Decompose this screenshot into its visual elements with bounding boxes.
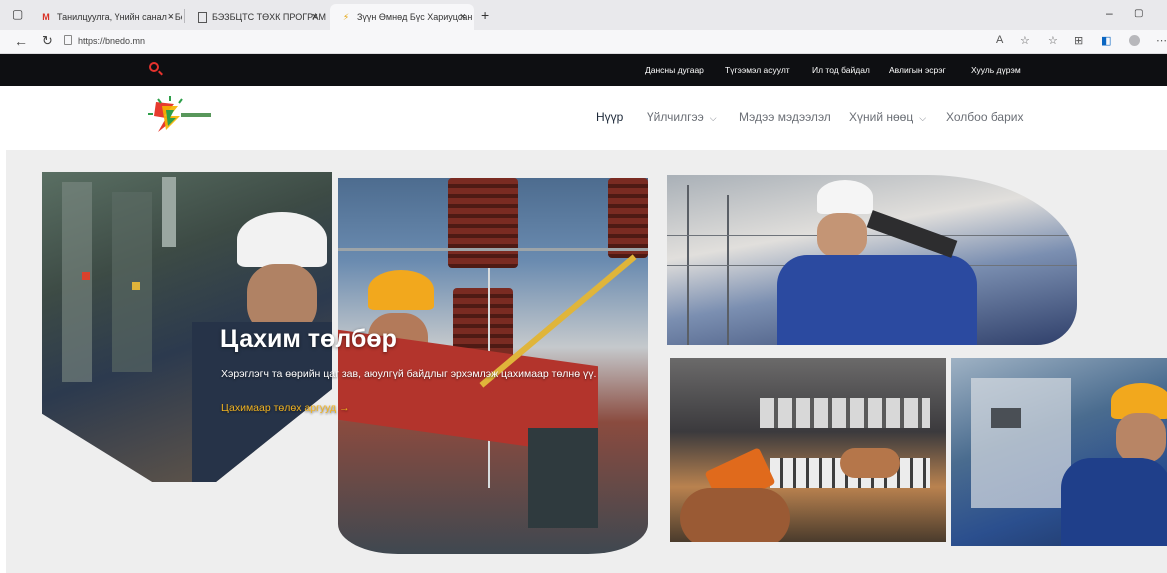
more-icon[interactable]: ⋯ [1156,34,1167,47]
url-field[interactable]: https://bnedo.mn [78,36,145,46]
chevron-down-icon: ⌵ [919,113,927,123]
gmail-icon: M [42,12,50,22]
menu-label: Үйлчилгээ [647,110,704,124]
toplink-anti-corruption[interactable]: Авлигын эсрэг [889,65,946,75]
menu-home[interactable]: Нүүр [596,110,623,124]
minimize-button[interactable]: – [1106,6,1113,20]
profile-icon[interactable] [1129,35,1140,46]
browser-tab-2[interactable]: БЭЗБЦТС ТӨХК ПРОГРАМ × [188,4,326,30]
chevron-down-icon: ⌵ [709,113,717,123]
hero-photo-power-lines [667,175,1077,345]
menu-hr[interactable]: Хүний нөөц ⌵ [849,110,926,124]
site-favicon: ⚡ [342,11,350,22]
hero-title: Цахим төлбөр [220,325,397,353]
toplink-legal[interactable]: Хууль дүрэм [971,65,1021,75]
tab-label: Танилцуулга, Үнийн санал - Бо [57,12,182,22]
logo-icon [148,96,211,132]
address-bar: ← ↻ https://bnedo.mn A ☆ ☆ ⊞ ◧ ⋯ [0,30,1167,54]
close-tab-icon[interactable]: × [460,11,466,23]
close-tab-icon[interactable]: × [168,11,174,23]
browser-tab-3[interactable]: ⚡ Зүүн Өмнөд Бүс Хариуцсан Ца × [330,4,474,30]
new-tab-button[interactable]: + [481,7,489,23]
favorite-icon[interactable]: ☆ [1020,34,1030,47]
menu-services[interactable]: Үйлчилгээ ⌵ [647,110,717,124]
menu-contact[interactable]: Холбоо барих [946,110,1023,124]
toplink-faq[interactable]: Түгээмэл асуулт [725,65,790,75]
outlook-icon[interactable]: ◧ [1101,34,1111,47]
toplink-account-number[interactable]: Дансны дугаар [645,65,704,75]
toplink-transparency[interactable]: Ил тод байдал [812,65,870,75]
menu-label: Хүний нөөц [849,110,914,124]
hero-photo-technician [951,358,1167,546]
browser-tabbar: ▢ M Танилцуулга, Үнийн санал - Бо × БЭЗБ… [0,0,1167,30]
search-icon[interactable] [149,62,159,72]
hero-photo-multimeter [670,358,946,542]
favorites-list-icon[interactable]: ☆ [1048,34,1058,47]
document-icon [198,11,207,23]
back-icon[interactable]: ← [14,33,28,49]
tab-label: БЭЗБЦТС ТӨХК ПРОГРАМ [212,12,326,22]
tab-label: Зүүн Өмнөд Бүс Хариуцсан Ца [357,12,474,22]
close-tab-icon[interactable]: × [312,11,318,23]
menu-news[interactable]: Мэдээ мэдээлэл [739,110,831,124]
collections-icon[interactable]: ⊞ [1074,34,1083,47]
tab-separator [184,9,185,23]
hero-subtitle: Хэрэглэгч та өөрийн цаг зав, аюулгүй бай… [221,368,597,380]
tab-actions-icon[interactable]: ▢ [12,7,23,21]
refresh-icon[interactable]: ↻ [42,33,53,49]
site-logo[interactable] [148,96,214,136]
hero-photo-substation [338,178,648,554]
hero-payment-methods-link[interactable]: Цахимаар төлөх аргууд → [221,402,350,414]
page-info-icon[interactable] [64,35,72,45]
read-aloud-icon[interactable]: A [996,34,1003,46]
restore-button[interactable]: ▢ [1134,8,1143,19]
browser-tab-1[interactable]: M Танилцуулга, Үнийн санал - Бо × [30,4,182,30]
